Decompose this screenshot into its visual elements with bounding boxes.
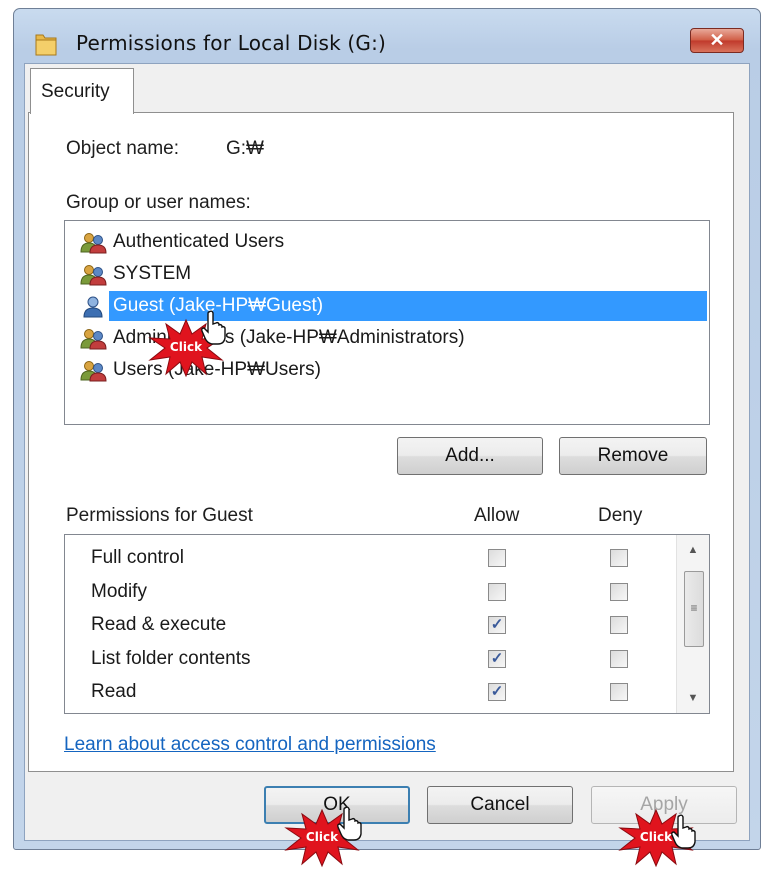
learn-access-control-link[interactable]: Learn about access control and permissio…: [64, 734, 436, 756]
allow-checkbox[interactable]: ✓: [488, 683, 506, 701]
pointer-hand-icon: [671, 814, 696, 849]
pointer-hand-icon: [337, 806, 362, 841]
deny-checkbox[interactable]: [610, 549, 628, 567]
pointer-hand-icon: [201, 310, 226, 345]
user-list-item[interactable]: Guest (Jake-HP₩Guest): [75, 291, 707, 321]
user-list-item[interactable]: Authenticated Users: [75, 227, 707, 257]
cancel-button[interactable]: Cancel: [427, 786, 573, 824]
object-name-label: Object name:: [66, 138, 179, 159]
allow-column-header: Allow: [474, 505, 520, 526]
permission-row: Read & execute ✓: [65, 608, 665, 641]
group-icon: [79, 360, 109, 382]
user-list-item[interactable]: SYSTEM: [75, 259, 707, 289]
allow-checkbox[interactable]: [488, 582, 506, 601]
deny-column-header: Deny: [598, 505, 643, 526]
user-list-item-label: SYSTEM: [113, 263, 192, 284]
deny-checkbox[interactable]: [610, 649, 628, 668]
allow-checkbox[interactable]: ✓: [488, 616, 506, 634]
permission-row: Full control: [65, 541, 665, 574]
permission-row: Modify: [65, 575, 665, 608]
scroll-thumb[interactable]: ≡: [684, 571, 704, 647]
user-list-item-label: Authenticated Users: [113, 231, 285, 252]
permission-name: Read & execute: [91, 614, 227, 635]
permission-row: Read ✓: [65, 675, 665, 708]
deny-checkbox[interactable]: [610, 616, 628, 634]
scroll-down-arrow-icon[interactable]: ▼: [677, 683, 709, 713]
permission-row: List folder contents ✓: [65, 642, 665, 675]
permission-name: Modify: [91, 580, 147, 602]
close-icon: ✕: [709, 30, 725, 50]
title-bar[interactable]: Permissions for Local Disk (G:) ✕: [14, 9, 760, 63]
user-icon: [79, 296, 109, 318]
user-list-item-label: Guest (Jake-HP₩Guest): [109, 291, 707, 321]
group-or-user-names-label: Group or user names:: [66, 192, 251, 213]
permissions-list: ▲ ≡ ▼ Full control Modify Read & execute ✓ L…: [64, 534, 710, 714]
remove-button[interactable]: Remove: [559, 437, 707, 475]
group-icon: [79, 328, 109, 350]
tab-security[interactable]: Security: [30, 68, 134, 114]
group-icon: [79, 264, 109, 286]
add-button[interactable]: Add...: [397, 437, 543, 475]
allow-checkbox[interactable]: [488, 549, 506, 567]
permissions-for-label: Permissions for Guest: [66, 505, 253, 526]
permission-name: Full control: [91, 547, 184, 568]
permissions-scrollbar[interactable]: ▲ ≡ ▼: [676, 535, 709, 713]
permission-name: List folder contents: [91, 647, 251, 669]
close-button[interactable]: ✕: [690, 28, 744, 53]
allow-checkbox[interactable]: ✓: [488, 649, 506, 668]
group-icon: [79, 232, 109, 254]
object-name-value: G:₩: [226, 138, 264, 159]
scroll-up-arrow-icon[interactable]: ▲: [677, 535, 709, 565]
deny-checkbox[interactable]: [610, 683, 628, 701]
window-title: Permissions for Local Disk (G:): [76, 31, 387, 55]
folder-icon: [35, 34, 57, 56]
permission-name: Read: [91, 681, 137, 702]
deny-checkbox[interactable]: [610, 582, 628, 601]
